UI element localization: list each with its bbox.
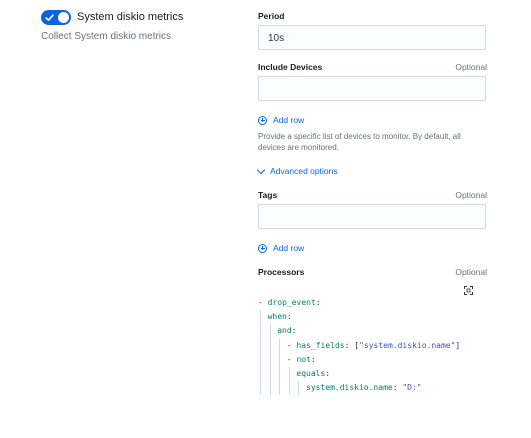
indent-guide — [269, 366, 271, 382]
indent-guide — [279, 338, 281, 353]
yaml-value: "D:" — [402, 383, 422, 393]
period-label: Period — [258, 11, 285, 21]
yaml-value: ["system.diskio.name"] — [354, 340, 461, 350]
yaml-key: drop_event — [267, 298, 316, 307]
indent-guide — [269, 324, 271, 339]
processors-label: Processors — [258, 267, 305, 277]
indent-guide — [288, 381, 290, 396]
code-line-text: - has_fields: ["system.diskio.name"] — [286, 340, 461, 350]
plus-circle-icon — [258, 243, 267, 253]
indent-guide — [298, 381, 300, 396]
code-line-text: and: — [277, 326, 297, 336]
advanced-options-toggle[interactable]: Advanced options — [256, 165, 338, 176]
indent-guide — [260, 324, 261, 339]
yaml-key: equals — [296, 368, 326, 378]
yaml-key: has_fields — [296, 340, 345, 350]
yaml-key: when — [267, 312, 287, 322]
include-devices-label: Include Devices — [258, 62, 323, 72]
add-row-label: Add row — [273, 243, 305, 253]
indent-guide — [279, 381, 281, 396]
processors-optional: Optional — [455, 267, 487, 277]
chevron-down-icon — [256, 165, 266, 174]
check-icon — [45, 14, 54, 21]
include-devices-add-row-button[interactable]: Add row — [258, 115, 304, 125]
code-line-text: when: — [267, 312, 292, 322]
toggle-knob — [58, 12, 69, 23]
indent-guide — [279, 366, 281, 382]
indent-guide — [260, 310, 261, 325]
include-devices-optional: Optional — [455, 62, 487, 72]
tags-add-row-button[interactable]: Add row — [258, 243, 304, 253]
advanced-options-label: Advanced options — [270, 166, 338, 176]
code-line-text: system.diskio.name: "D:" — [306, 383, 422, 393]
indent-guide — [269, 338, 271, 353]
indent-guide — [260, 352, 261, 367]
indent-guide — [269, 381, 271, 396]
indent-guide — [288, 366, 290, 382]
include-devices-input[interactable] — [258, 76, 486, 101]
integration-description: Collect System diskio metrics — [41, 31, 172, 42]
add-row-label: Add row — [273, 115, 305, 125]
indent-guide — [260, 338, 261, 353]
code-line-text: - drop_event: — [258, 298, 321, 307]
integration-title: System diskio metrics — [77, 11, 184, 23]
tags-label: Tags — [258, 190, 278, 200]
yaml-key: and — [277, 326, 292, 336]
indent-guide — [279, 352, 281, 367]
metrics-toggle[interactable] — [41, 10, 71, 25]
plus-circle-icon — [258, 115, 267, 125]
code-line-text: equals: — [296, 368, 331, 378]
indent-guide — [260, 381, 261, 396]
yaml-key: not — [296, 354, 311, 364]
include-devices-help: Provide a specific list of devices to mo… — [258, 132, 461, 152]
indent-guide — [260, 366, 261, 382]
fullscreen-icon[interactable] — [464, 286, 473, 295]
period-input[interactable]: 10s — [258, 25, 486, 50]
tags-optional: Optional — [455, 190, 487, 200]
indent-guide — [269, 352, 271, 367]
tags-input[interactable] — [258, 204, 486, 229]
yaml-key: system.diskio.name — [306, 383, 393, 393]
code-line-text: - not: — [286, 354, 316, 364]
